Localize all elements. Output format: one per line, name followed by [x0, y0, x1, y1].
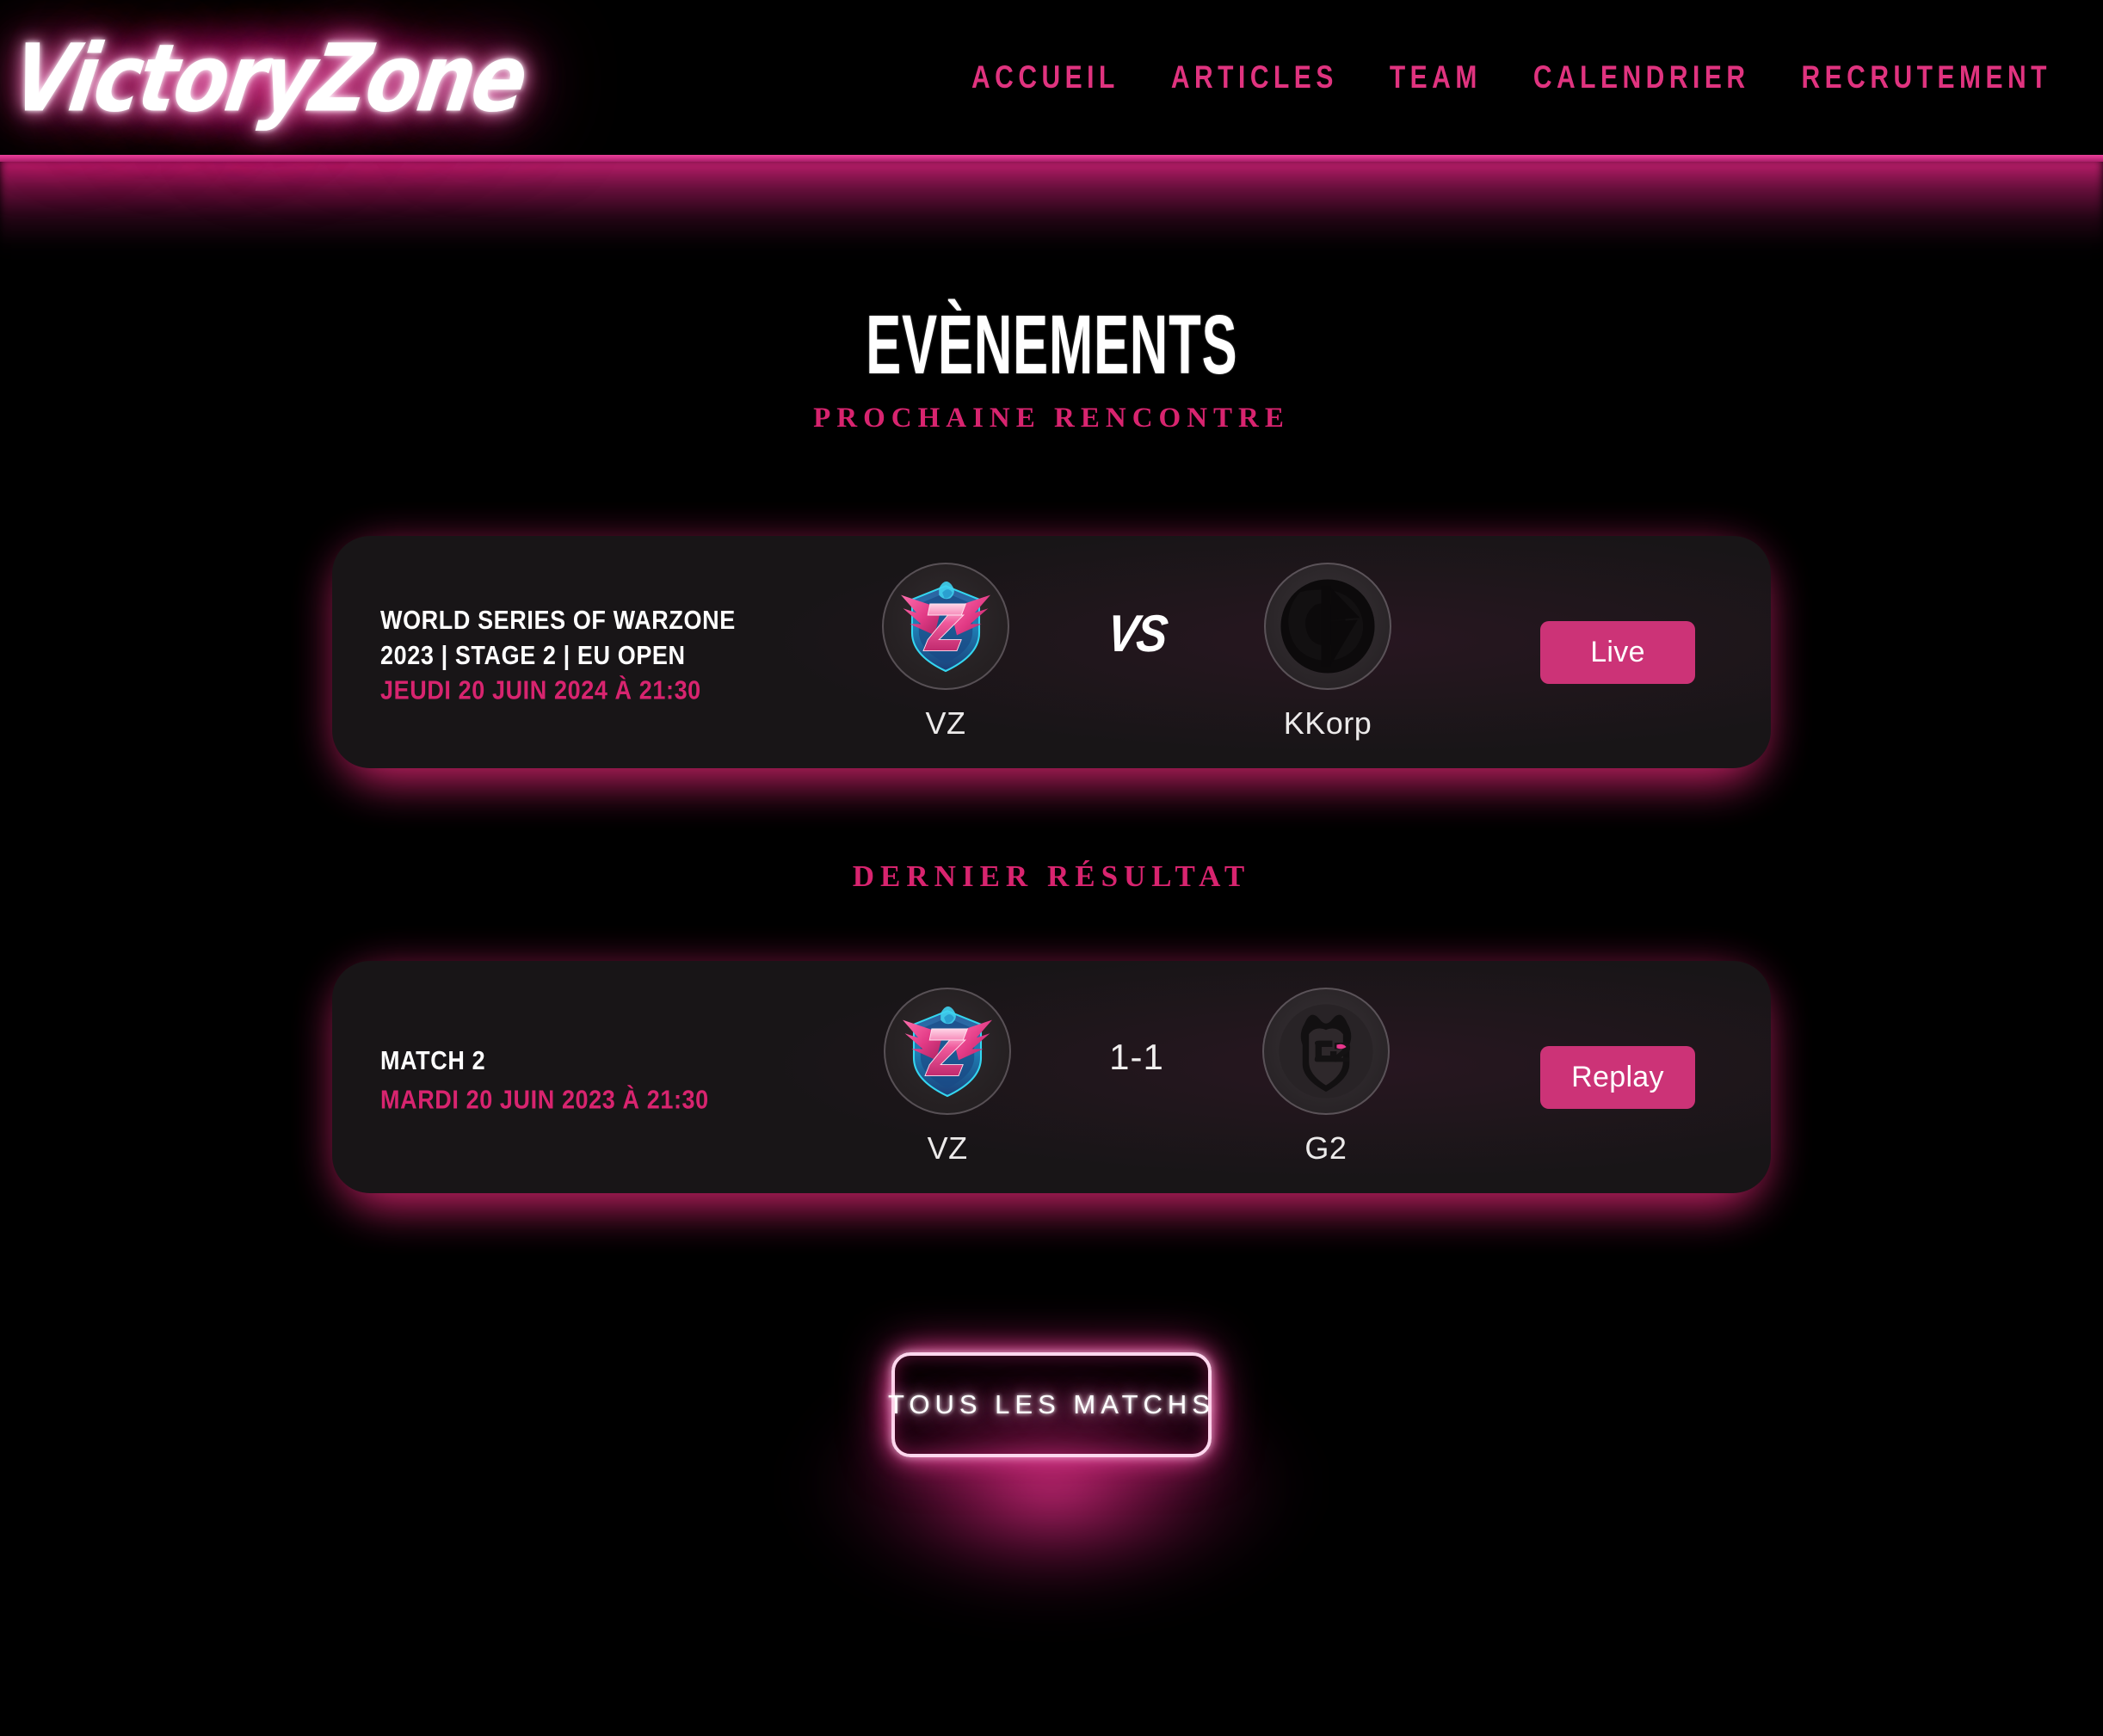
header-divider — [0, 155, 2103, 162]
page-subtitle: PROCHAINE RENCONTRE — [813, 403, 1290, 434]
last-result-card-outer: MATCH 2 MARDI 20 JUIN 2023 À 21:30 VZ 1-… — [332, 961, 1771, 1207]
nav-item-calendrier[interactable]: CALENDRIER — [1533, 60, 1750, 95]
all-matches-button[interactable]: TOUS LES MATCHS — [888, 1352, 1215, 1457]
last-result-label: DERNIER RÉSULTAT — [852, 859, 1251, 893]
header-divider-glow — [0, 158, 2103, 262]
match-date: MARDI 20 JUIN 2023 À 21:30 — [380, 1084, 709, 1114]
site-logo[interactable]: VictoryZone — [5, 9, 532, 147]
logo-text: VictoryZone — [4, 23, 533, 133]
all-matches-cta-wrap: TOUS LES MATCHS — [0, 1344, 2103, 1714]
nav-item-recrutement[interactable]: RECRUTEMENT — [1802, 60, 2052, 95]
home-team: VZ — [851, 563, 1040, 742]
site-header: VictoryZone ACCUEIL ARTICLES TEAM CALEND… — [0, 0, 2103, 157]
all-matches-label: TOUS LES MATCHS — [888, 1389, 1215, 1419]
match-info: WORLD SERIES OF WARZONE 2023 | STAGE 2 |… — [380, 602, 776, 705]
match-info: MATCH 2 MARDI 20 JUIN 2023 À 21:30 — [380, 1043, 776, 1114]
away-team-name: KKorp — [1283, 705, 1372, 741]
match-action: Replay — [1506, 1045, 1730, 1109]
vs-separator: VS — [1104, 605, 1169, 663]
last-result-section: MATCH 2 MARDI 20 JUIN 2023 À 21:30 VZ 1-… — [0, 961, 2103, 1207]
home-team: VZ — [853, 988, 1042, 1167]
away-team: G2 — [1231, 988, 1421, 1167]
match-date: JEUDI 20 JUIN 2024 À 21:30 — [380, 674, 701, 705]
vz-team-logo-icon — [881, 563, 1009, 690]
home-team-name: VZ — [925, 705, 966, 741]
match-action: Live — [1506, 620, 1730, 684]
match-teams: VZ 1-1 G2 — [768, 988, 1506, 1167]
home-team-name: VZ — [927, 1130, 968, 1166]
vz-team-logo-icon — [884, 988, 1012, 1115]
upcoming-match-card[interactable]: WORLD SERIES OF WARZONE 2023 | STAGE 2 |… — [332, 536, 1771, 768]
nav-item-articles[interactable]: ARTICLES — [1171, 60, 1338, 95]
g2-team-logo-icon — [1261, 988, 1390, 1115]
live-button[interactable]: Live — [1540, 620, 1695, 684]
page-root: VictoryZone ACCUEIL ARTICLES TEAM CALEND… — [0, 0, 2103, 1736]
nav-item-accueil[interactable]: ACCUEIL — [971, 60, 1119, 95]
match-title: MATCH 2 — [380, 1045, 486, 1076]
main-navigation: ACCUEIL ARTICLES TEAM CALENDRIER RECRUTE… — [971, 60, 2051, 95]
match-teams: VZ VS KKorp — [768, 563, 1506, 742]
kkorp-team-logo-icon — [1264, 563, 1392, 690]
away-team-name: G2 — [1304, 1130, 1348, 1166]
nav-item-team[interactable]: TEAM — [1390, 60, 1482, 95]
away-team: KKorp — [1233, 563, 1422, 742]
match-score: 1-1 — [1109, 1037, 1164, 1077]
page-title: EVÈNEMENTS — [865, 297, 1238, 391]
page-heading-block: EVÈNEMENTS PROCHAINE RENCONTRE — [0, 297, 2103, 434]
last-result-card[interactable]: MATCH 2 MARDI 20 JUIN 2023 À 21:30 VZ 1-… — [332, 961, 1771, 1193]
replay-button[interactable]: Replay — [1540, 1045, 1695, 1109]
upcoming-match-section: WORLD SERIES OF WARZONE 2023 | STAGE 2 |… — [0, 536, 2103, 782]
upcoming-match-card-outer: WORLD SERIES OF WARZONE 2023 | STAGE 2 |… — [332, 536, 1771, 782]
match-title: WORLD SERIES OF WARZONE 2023 | STAGE 2 |… — [380, 605, 736, 671]
